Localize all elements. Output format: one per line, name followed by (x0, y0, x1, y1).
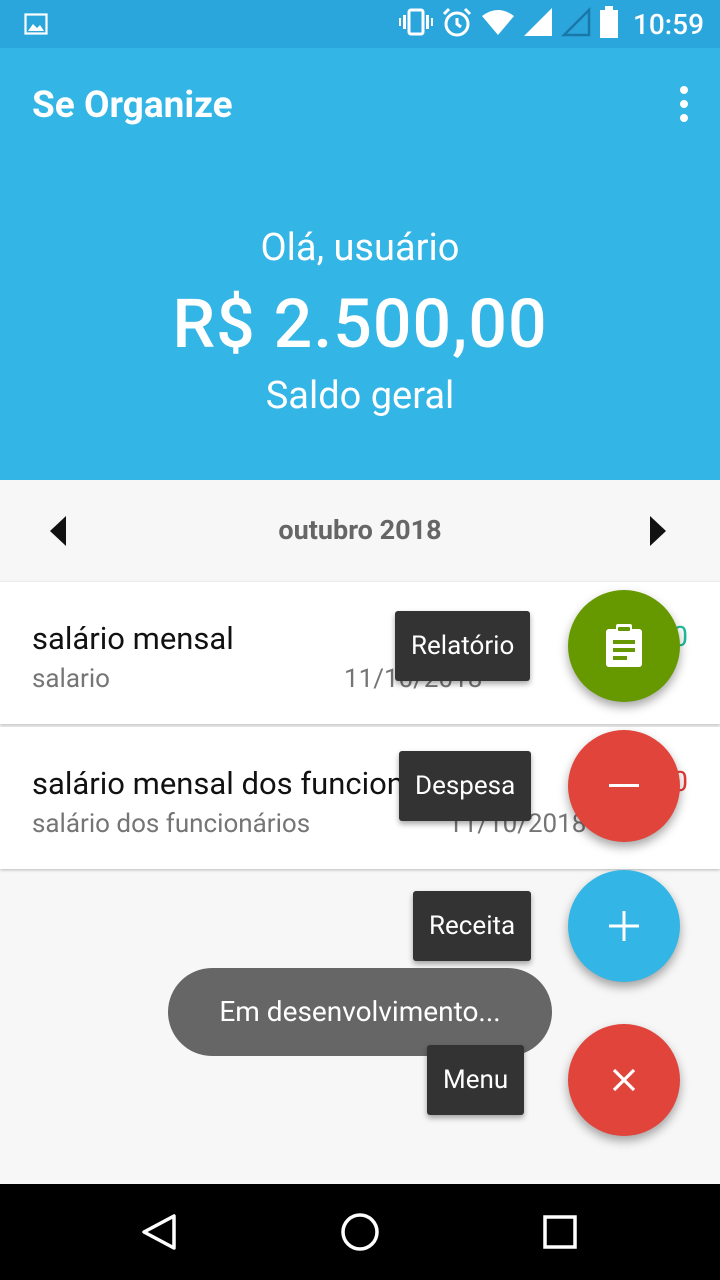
vibrate-icon (398, 8, 433, 40)
back-icon[interactable] (136, 1208, 184, 1256)
transaction-category: salário dos funcionários (32, 809, 311, 839)
toast-message: Em desenvolvimento... (168, 968, 552, 1056)
status-bar: 10:59 (0, 0, 720, 48)
minus-icon (568, 730, 680, 842)
expense-fab-button[interactable] (568, 730, 680, 842)
app-header: Se Organize Olá, usuário R$ 2.500,00 Sal… (0, 48, 720, 480)
system-nav-bar (0, 1184, 720, 1280)
month-label: outubro 2018 (278, 514, 442, 546)
transaction-title: salário mensal (32, 620, 234, 657)
transaction-category: salario (32, 664, 110, 694)
wifi-icon (481, 8, 515, 40)
next-month-icon[interactable] (650, 516, 666, 546)
income-fab-button[interactable] (568, 870, 680, 982)
menu-fab-button[interactable] (568, 1024, 680, 1136)
menu-fab-label[interactable]: Menu (427, 1045, 525, 1115)
recents-icon[interactable] (536, 1208, 584, 1256)
home-icon[interactable] (336, 1208, 384, 1256)
income-fab-label[interactable]: Receita (413, 891, 532, 961)
month-navigator: outubro 2018 (0, 480, 720, 580)
greeting-text: Olá, usuário (260, 226, 460, 270)
report-fab-label[interactable]: Relatório (395, 611, 531, 681)
close-icon (568, 1024, 680, 1136)
signal-outline-icon (560, 6, 591, 41)
balance-amount: R$ 2.500,00 (172, 284, 548, 364)
more-vert-icon[interactable] (676, 86, 692, 122)
clipboard-icon (568, 590, 680, 702)
alarm-icon (441, 6, 473, 42)
app-title: Se Organize (32, 84, 233, 127)
expense-fab-label[interactable]: Despesa (399, 751, 532, 821)
balance-label: Saldo geral (265, 374, 455, 418)
report-fab-button[interactable] (568, 590, 680, 702)
clock: 10:59 (632, 7, 704, 41)
image-icon (24, 12, 48, 40)
battery-icon (599, 6, 619, 42)
plus-icon (568, 870, 680, 982)
signal-icon (523, 7, 553, 41)
